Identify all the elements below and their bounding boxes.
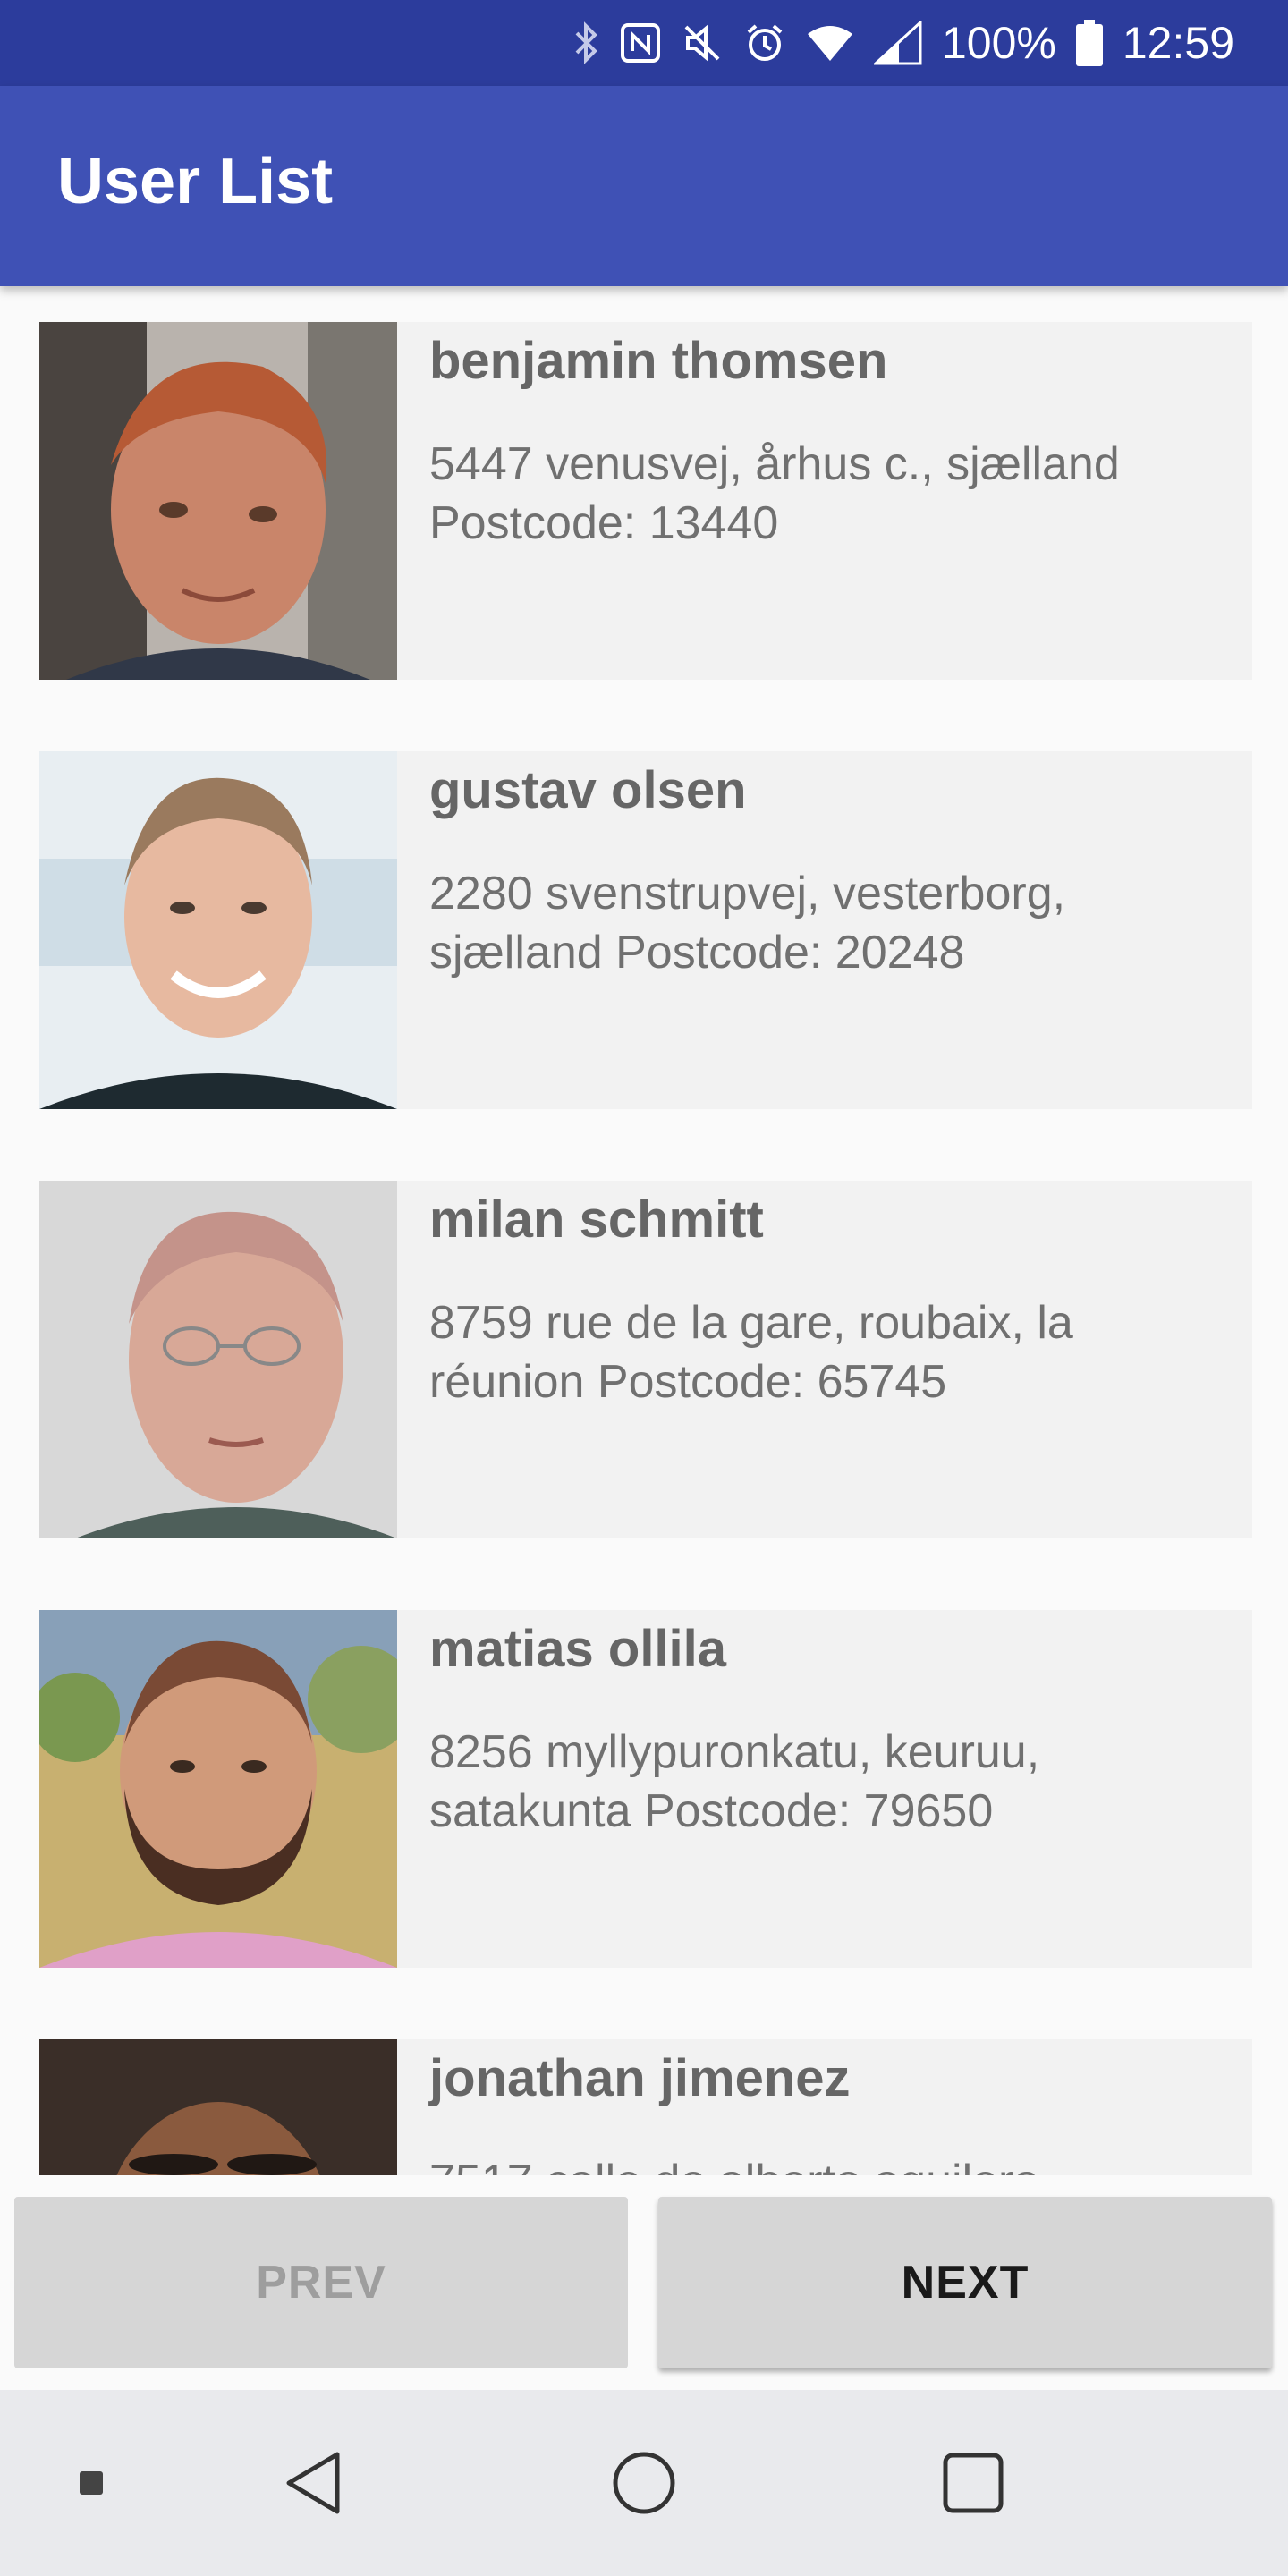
- avatar: [39, 2039, 397, 2175]
- signal-icon: [873, 21, 922, 65]
- home-icon[interactable]: [608, 2390, 680, 2576]
- user-address: 5447 venusvej, århus c., sjælland Postco…: [429, 438, 1120, 549]
- user-name: benjamin thomsen: [429, 332, 888, 390]
- battery-percent: 100%: [941, 18, 1056, 68]
- avatar: [39, 1181, 397, 1538]
- recents-icon[interactable]: [937, 2390, 1009, 2576]
- avatar: [39, 322, 397, 680]
- user-address: 2280 svenstrupvej, vesterborg, sjælland …: [429, 868, 1066, 979]
- battery-icon: [1075, 20, 1103, 66]
- user-address: 8256 myllypuronkatu, keuruu, satakunta P…: [429, 1726, 1040, 1837]
- list-item[interactable]: gustav olsen 2280 svenstrupvej, vesterbo…: [39, 751, 1252, 1109]
- list-item[interactable]: milan schmitt 8759 rue de la gare, rouba…: [39, 1181, 1252, 1538]
- nfc-icon: [620, 22, 661, 64]
- user-list[interactable]: benjamin thomsen 5447 venusvej, århus c.…: [0, 286, 1288, 2175]
- avatar: [39, 1610, 397, 1968]
- prev-button[interactable]: PREV: [14, 2197, 628, 2368]
- navigation-bar: [0, 2390, 1288, 2576]
- user-name: jonathan jimenez: [429, 2049, 851, 2107]
- clock: 12:59: [1122, 18, 1234, 68]
- next-button[interactable]: NEXT: [658, 2197, 1272, 2368]
- pagination-bar: PREV NEXT: [0, 2175, 1288, 2390]
- bluetooth-icon: [573, 21, 600, 65]
- status-bar: 100% 12:59: [0, 0, 1288, 86]
- list-item[interactable]: matias ollila 8256 myllypuronkatu, keuru…: [39, 1610, 1252, 1968]
- user-name: gustav olsen: [429, 761, 747, 819]
- user-address: 7517 calle de alberto aguilera: [429, 2152, 1216, 2175]
- back-icon[interactable]: [277, 2390, 349, 2576]
- page-title: User List: [57, 146, 334, 217]
- avatar: [39, 751, 397, 1109]
- wifi-icon: [806, 23, 854, 63]
- dot-icon[interactable]: [64, 2390, 118, 2576]
- alarm-icon: [743, 21, 786, 64]
- user-name: matias ollila: [429, 1620, 727, 1678]
- user-address: 8759 rue de la gare, roubaix, la réunion…: [429, 1297, 1073, 1408]
- user-name: milan schmitt: [429, 1191, 764, 1249]
- list-item[interactable]: jonathan jimenez 7517 calle de alberto a…: [39, 2039, 1252, 2175]
- app-bar: User List: [0, 86, 1288, 286]
- list-item[interactable]: benjamin thomsen 5447 venusvej, århus c.…: [39, 322, 1252, 680]
- mute-icon: [681, 21, 724, 64]
